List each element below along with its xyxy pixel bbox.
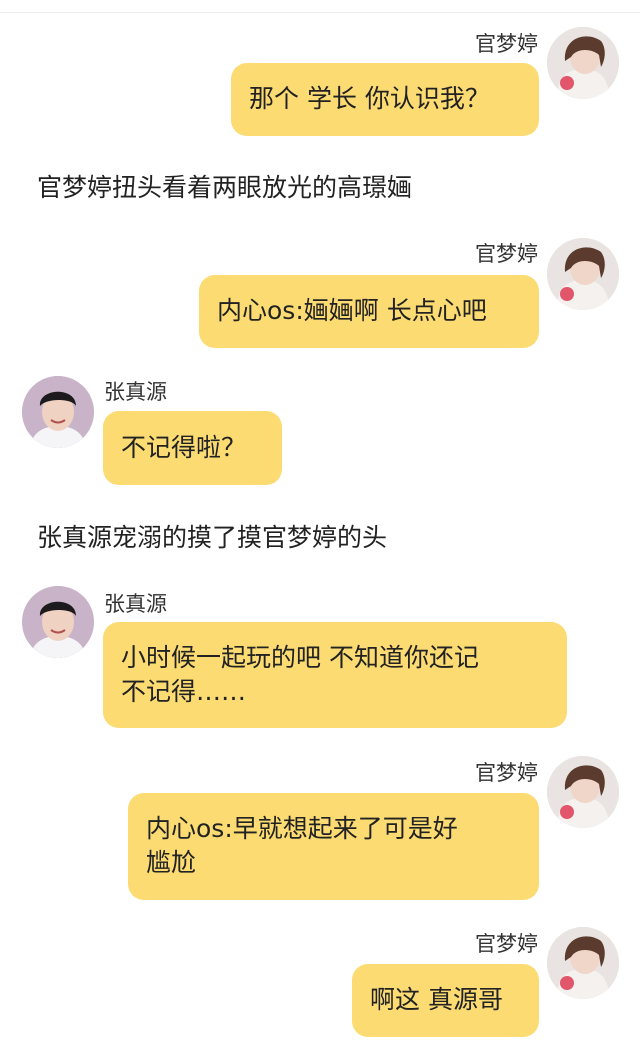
message-bubble[interactable]: 内心os:早就想起来了可是好 尴尬 xyxy=(128,793,539,900)
narration-text: 张真源宠溺的摸了摸官梦婷的头 xyxy=(37,523,388,552)
message-text: 那个 学长 你认识我？ xyxy=(249,84,490,113)
girl-avatar[interactable] xyxy=(547,238,619,310)
message-bubble[interactable]: 那个 学长 你认识我？ xyxy=(231,63,539,136)
narration-text: 官梦婷扭头看着两眼放光的高璟婳 xyxy=(37,173,413,202)
message-text: 啊这 真源哥 xyxy=(370,985,503,1014)
sender-name: 张真源 xyxy=(104,592,167,616)
message-bubble[interactable]: 不记得啦？ xyxy=(103,411,282,485)
girl-avatar[interactable] xyxy=(547,756,619,828)
message-bubble[interactable]: 啊这 真源哥 xyxy=(352,964,539,1037)
sender-name: 官梦婷 xyxy=(475,32,538,56)
message-bubble[interactable]: 内心os:婳婳啊 长点心吧 xyxy=(199,275,539,348)
message-text-line: 尴尬 xyxy=(146,848,197,877)
message-text-line: 内心os:早就想起来了可是好 xyxy=(146,814,458,843)
message-text-line: 小时候一起玩的吧 不知道你还记 xyxy=(121,643,479,672)
message-text: 不记得啦？ xyxy=(121,433,247,462)
girl-avatar[interactable] xyxy=(547,927,619,999)
girl-avatar[interactable] xyxy=(547,27,619,99)
sender-name: 官梦婷 xyxy=(475,932,538,956)
sender-name: 张真源 xyxy=(104,380,167,404)
message-bubble[interactable]: 小时候一起玩的吧 不知道你还记 不记得…… xyxy=(103,622,567,728)
boy-avatar[interactable] xyxy=(22,586,94,658)
top-divider xyxy=(0,12,640,13)
sender-name: 官梦婷 xyxy=(475,761,538,785)
message-text: 内心os:婳婳啊 长点心吧 xyxy=(217,296,487,325)
boy-avatar[interactable] xyxy=(22,376,94,448)
sender-name: 官梦婷 xyxy=(475,242,538,266)
message-text-line: 不记得…… xyxy=(121,677,247,706)
